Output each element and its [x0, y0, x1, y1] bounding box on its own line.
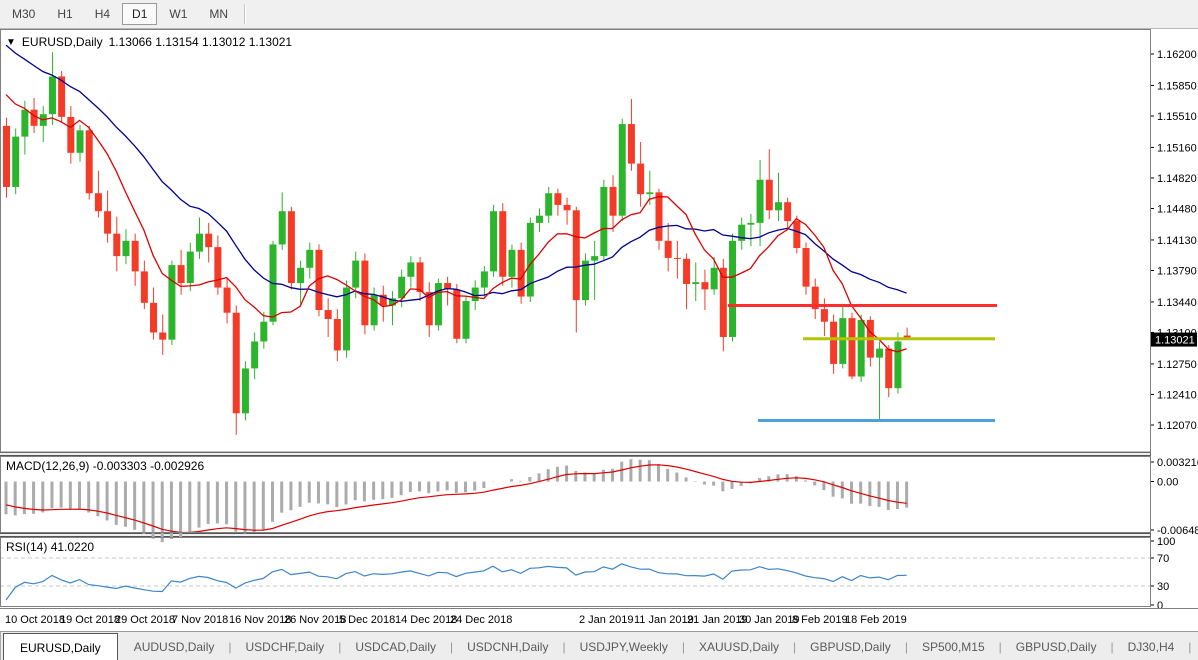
symbol-tab-usdcnh-daily[interactable]: USDCNH,Daily — [453, 632, 562, 660]
price-axis-label: 1.13440 — [1157, 297, 1197, 309]
chart-symbol-label: EURUSD,Daily — [22, 35, 103, 49]
chart-window: 1.16200 1.15850 1.15510 1.15160 1.14820 1.144… — [0, 29, 1198, 608]
price-axis-label: 1.15510 — [1157, 111, 1197, 123]
price-axis-label: 1.13790 — [1157, 265, 1197, 277]
symbol-tab-audusd-daily[interactable]: AUDUSD,Daily — [120, 632, 229, 660]
chart-title: ▼ EURUSD,Daily 1.13066 1.13154 1.13012 1… — [6, 35, 292, 49]
price-axis-label: 1.16200 — [1157, 49, 1197, 61]
date-tick-label: 30 Jan 2019 — [739, 614, 800, 626]
price-axis-label: 1.12410 — [1157, 389, 1197, 401]
macd-name: MACD(12,26,9) — [6, 459, 89, 473]
date-tick-label: 26 Nov 2018 — [284, 614, 346, 626]
symbol-tab-sp500-m15[interactable]: SP500,M15 — [908, 632, 999, 660]
terminal-window: M30H1H4D1W1MN 1.16200 1.15850 1.15510 1.151… — [0, 0, 1198, 660]
macd-indicator-label: MACD(12,26,9) -0.003303 -0.002926 — [6, 459, 204, 473]
macd-axis-max: 0.003216 — [1157, 457, 1198, 469]
price-axis-label: 1.15160 — [1157, 142, 1197, 154]
symbol-tab-tech100-[interactable]: TECH100, — [1191, 632, 1198, 660]
rsi-axis-0: 0 — [1157, 600, 1163, 608]
rsi-value: 41.0220 — [51, 540, 94, 554]
date-tick-label: 10 Oct 2018 — [5, 614, 65, 626]
price-axis-label: 1.14820 — [1157, 173, 1197, 185]
symbol-tab-usdchf-daily[interactable]: USDCHF,Daily — [232, 632, 339, 660]
symbol-tab-bar: EURUSD,DailyAUDUSD,Daily|USDCHF,Daily|US… — [0, 631, 1198, 660]
macd-axis-zero: 0.00 — [1157, 477, 1178, 489]
toolbar-separator — [244, 4, 246, 24]
rsi-axis-70: 70 — [1157, 553, 1169, 565]
date-tick-label: 11 Jan 2019 — [634, 614, 694, 626]
timeframe-toolbar: M30H1H4D1W1MN — [0, 0, 1198, 29]
symbol-tab-xauusd-daily[interactable]: XAUUSD,Daily — [685, 632, 793, 660]
price-chart-svg[interactable]: 1.16200 1.15850 1.15510 1.15160 1.14820 1.144… — [0, 29, 1198, 608]
price-axis-label: 1.12750 — [1157, 359, 1197, 371]
symbol-tab-gbpusd-daily[interactable]: GBPUSD,Daily — [796, 632, 905, 660]
timeframe-button-h1[interactable]: H1 — [47, 3, 82, 25]
timeframe-button-w1[interactable]: W1 — [159, 3, 197, 25]
symbol-tab-usdcad-daily[interactable]: USDCAD,Daily — [341, 632, 450, 660]
timeframe-button-mn[interactable]: MN — [199, 3, 238, 25]
current-price-tag-text: 1.13021 — [1155, 335, 1195, 347]
symbol-tab-usdjpy-weekly[interactable]: USDJPY,Weekly — [566, 632, 682, 660]
date-tick-label: 18 Feb 2019 — [845, 614, 907, 626]
rsi-indicator-label: RSI(14) 41.0220 — [6, 540, 94, 554]
symbol-tab-gbpusd-daily[interactable]: GBPUSD,Daily — [1002, 632, 1111, 660]
date-tick-label: 14 Dec 2018 — [395, 614, 457, 626]
date-tick-label: 29 Oct 2018 — [115, 614, 175, 626]
date-tick-label: 19 Oct 2018 — [60, 614, 120, 626]
date-axis[interactable]: 10 Oct 201819 Oct 201829 Oct 20187 Nov 2… — [0, 608, 1198, 632]
rsi-name: RSI(14) — [6, 540, 47, 554]
rsi-axis-100: 100 — [1157, 536, 1175, 548]
symbol-tab-eurusd-daily[interactable]: EURUSD,Daily — [3, 633, 118, 660]
price-axis-label: 1.12070 — [1157, 420, 1197, 432]
date-tick-label: 24 Dec 2018 — [450, 614, 512, 626]
date-tick-label: 16 Nov 2018 — [229, 614, 291, 626]
price-axis-label: 1.14130 — [1157, 235, 1197, 247]
timeframe-button-h4[interactable]: H4 — [85, 3, 120, 25]
chart-ohlc-values: 1.13066 1.13154 1.13012 1.13021 — [109, 35, 293, 49]
timeframe-button-m30[interactable]: M30 — [2, 3, 45, 25]
rsi-axis-30: 30 — [1157, 581, 1169, 593]
price-axis-label: 1.15850 — [1157, 80, 1197, 92]
macd-values: -0.003303 -0.002926 — [93, 459, 204, 473]
price-axis-label: 1.14480 — [1157, 204, 1197, 216]
date-tick-label: 7 Nov 2018 — [172, 614, 228, 626]
date-tick-label: 8 Feb 2019 — [792, 614, 848, 626]
symbol-tab-dj30-h4[interactable]: DJ30,H4 — [1114, 632, 1189, 660]
date-tick-label: 5 Dec 2018 — [339, 614, 395, 626]
tabbar-edge — [0, 632, 1, 660]
symbol-dropdown-icon[interactable]: ▼ — [6, 37, 16, 48]
timeframe-button-d1[interactable]: D1 — [122, 3, 157, 25]
date-tick-label: 2 Jan 2019 — [579, 614, 633, 626]
